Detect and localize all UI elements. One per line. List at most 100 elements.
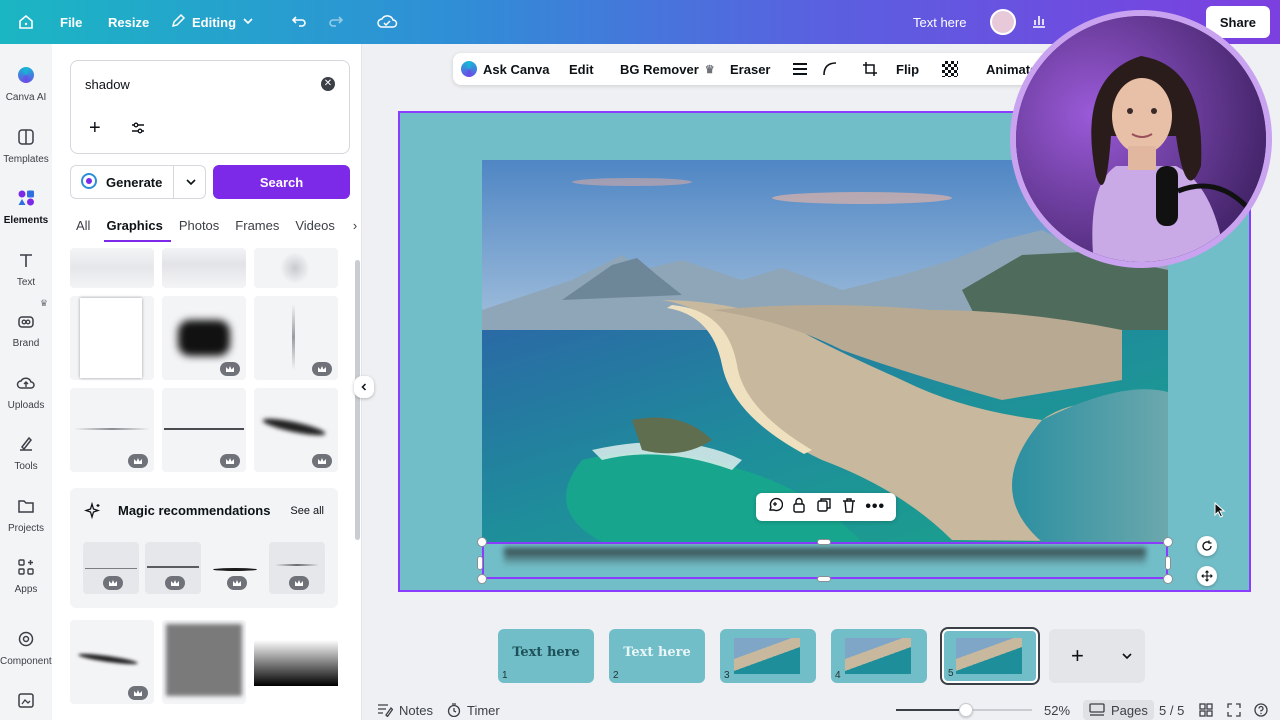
eraser-button[interactable]: Eraser [730, 53, 770, 85]
insights-button[interactable] [1030, 0, 1048, 44]
tabs-next-chevron-icon[interactable]: › [343, 214, 361, 242]
avatar[interactable] [990, 0, 1016, 44]
zoom-slider-thumb[interactable] [959, 703, 973, 717]
graphic-shadow-result[interactable] [70, 620, 154, 704]
graphic-shadow-result[interactable] [162, 296, 246, 380]
pages-toggle[interactable]: Pages [1083, 700, 1154, 720]
trash-icon[interactable] [842, 497, 856, 518]
graphic-shadow-result[interactable] [162, 388, 246, 472]
grid-view-button[interactable] [1199, 700, 1213, 720]
graphic-shadow-result[interactable] [162, 248, 246, 288]
resize-handle-top-right[interactable] [1163, 537, 1173, 547]
rail-item-tools[interactable]: Tools [0, 433, 52, 472]
rail-item-components[interactable]: Components [0, 628, 57, 667]
crop-button[interactable] [862, 53, 878, 85]
page-thumbnail[interactable]: 3 [720, 629, 816, 683]
context-toolbar: Ask Canva Edit BG Remover ♛ Eraser Flip … [453, 53, 1053, 85]
move-button[interactable] [1197, 566, 1217, 586]
resize-button[interactable]: Resize [108, 0, 149, 44]
design-title[interactable]: Text here [913, 0, 966, 44]
generate-button[interactable]: Generate [70, 165, 206, 199]
search-input[interactable]: shadow [85, 77, 130, 92]
redo-button[interactable] [327, 0, 345, 44]
bg-remover-button[interactable]: BG Remover ♛ [620, 53, 715, 85]
home-button[interactable] [13, 0, 39, 44]
graphic-shadow-result[interactable] [254, 620, 338, 704]
grid-view-icon [1199, 703, 1213, 717]
rail-item-canva-ai[interactable]: Canva AI [0, 64, 52, 103]
rail-item-projects[interactable]: Projects [0, 495, 52, 534]
help-button[interactable] [1254, 700, 1268, 720]
rail-item-templates[interactable]: Templates [0, 126, 52, 165]
tab-graphics[interactable]: Graphics [98, 214, 172, 242]
tab-all[interactable]: All [70, 214, 98, 242]
graphic-shadow-result[interactable] [70, 296, 154, 380]
recommendation-item[interactable] [207, 542, 263, 594]
graphic-shadow-result[interactable] [254, 388, 338, 472]
comment-add-icon[interactable] [767, 497, 783, 518]
graphic-shadow-result[interactable] [254, 248, 338, 288]
page-counter[interactable]: 5 / 5 [1159, 700, 1184, 720]
resize-handle-bottom-left[interactable] [477, 574, 487, 584]
rail-item-elements[interactable]: Elements [0, 187, 52, 226]
border-style-button[interactable] [792, 53, 808, 85]
tab-photos[interactable]: Photos [171, 214, 227, 242]
resize-handle-bottom-right[interactable] [1163, 574, 1173, 584]
transparency-button[interactable] [942, 53, 958, 85]
chevron-down-icon[interactable] [1121, 649, 1133, 667]
resize-handle-top[interactable] [817, 539, 831, 545]
redo-icon [327, 12, 345, 33]
more-options-icon[interactable]: ••• [865, 498, 885, 516]
graphic-shadow-result[interactable] [70, 248, 154, 288]
file-menu[interactable]: File [60, 0, 82, 44]
editing-mode-dropdown[interactable]: Editing [170, 0, 254, 44]
duplicate-icon[interactable] [816, 497, 832, 518]
zoom-level[interactable]: 52% [1044, 700, 1070, 720]
graphic-shadow-result[interactable] [70, 388, 154, 472]
panel-scrollbar[interactable] [355, 260, 360, 540]
rail-item-uploads[interactable]: Uploads [0, 372, 52, 411]
collapse-panel-button[interactable] [354, 376, 374, 398]
lock-icon[interactable] [792, 497, 806, 518]
search-box[interactable]: shadow ✕ + [70, 60, 350, 154]
filter-sliders-icon[interactable] [131, 121, 145, 140]
search-button[interactable]: Search [213, 165, 350, 199]
add-page-button[interactable]: + [1049, 629, 1145, 683]
resize-handle-top-left[interactable] [477, 537, 487, 547]
see-all-link[interactable]: See all [290, 505, 324, 517]
ask-canva-button[interactable]: Ask Canva [461, 53, 549, 85]
zoom-slider[interactable] [896, 700, 1032, 720]
rotate-button[interactable] [1197, 536, 1217, 556]
rail-item-text[interactable]: Text [0, 249, 52, 288]
page-thumbnail[interactable]: 4 [831, 629, 927, 683]
tab-frames[interactable]: Frames [227, 214, 287, 242]
notes-button[interactable]: Notes [377, 700, 433, 720]
selected-shadow-element[interactable] [482, 542, 1168, 579]
page-thumbnail[interactable]: Text here 2 [609, 629, 705, 683]
rail-item-more[interactable] [0, 689, 52, 717]
timer-button[interactable]: Timer [447, 700, 500, 720]
rail-item-apps[interactable]: Apps [0, 556, 52, 595]
crown-icon: ♛ [704, 63, 715, 76]
add-icon[interactable]: + [89, 117, 101, 140]
page-thumbnail-current[interactable]: 5 [942, 629, 1038, 683]
tab-videos[interactable]: Videos [287, 214, 343, 242]
graphic-shadow-result[interactable] [254, 296, 338, 380]
chevron-down-icon[interactable] [173, 166, 207, 198]
flip-button[interactable]: Flip [896, 53, 919, 85]
recommendation-item[interactable] [83, 542, 139, 594]
recommendation-item[interactable] [269, 542, 325, 594]
rail-item-brand[interactable]: Brand ♛ [0, 298, 52, 349]
resize-handle-bottom[interactable] [817, 576, 831, 582]
fullscreen-button[interactable] [1227, 700, 1241, 720]
resize-handle-right[interactable] [1165, 556, 1171, 570]
recommendation-item[interactable] [145, 542, 201, 594]
undo-button[interactable] [290, 0, 308, 44]
save-status-button[interactable] [376, 0, 398, 44]
edit-button[interactable]: Edit [569, 53, 594, 85]
page-thumbnail[interactable]: Text here 1 [498, 629, 594, 683]
resize-handle-left[interactable] [477, 556, 483, 570]
corner-rounding-button[interactable] [822, 53, 838, 85]
graphic-shadow-result[interactable] [162, 620, 246, 704]
clear-search-icon[interactable]: ✕ [321, 77, 335, 91]
